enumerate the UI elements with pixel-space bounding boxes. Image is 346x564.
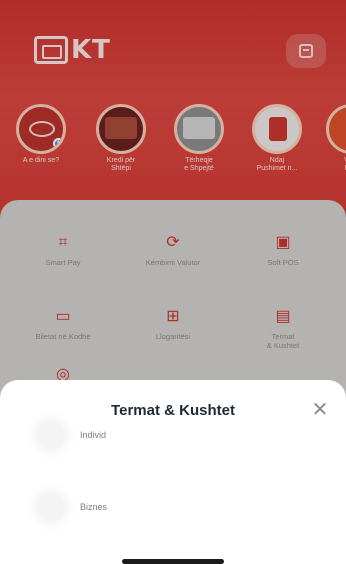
home-indicator — [122, 559, 224, 564]
sheet-title: Termat & Kushtet — [111, 402, 235, 419]
radio-button[interactable] — [40, 424, 62, 446]
option-individ[interactable]: Individ — [40, 420, 320, 450]
app-screen: KT ★ A e dini se? Kredi për Shtëpi Tërhe… — [0, 0, 346, 564]
radio-button[interactable] — [40, 496, 62, 518]
option-biznes[interactable]: Biznes — [40, 492, 320, 522]
option-label: Biznes — [80, 502, 108, 512]
close-icon[interactable]: ✕ — [310, 400, 330, 420]
terms-bottom-sheet: Termat & Kushtet ✕ Individ Biznes — [0, 380, 346, 564]
option-label: Individ — [80, 430, 107, 440]
